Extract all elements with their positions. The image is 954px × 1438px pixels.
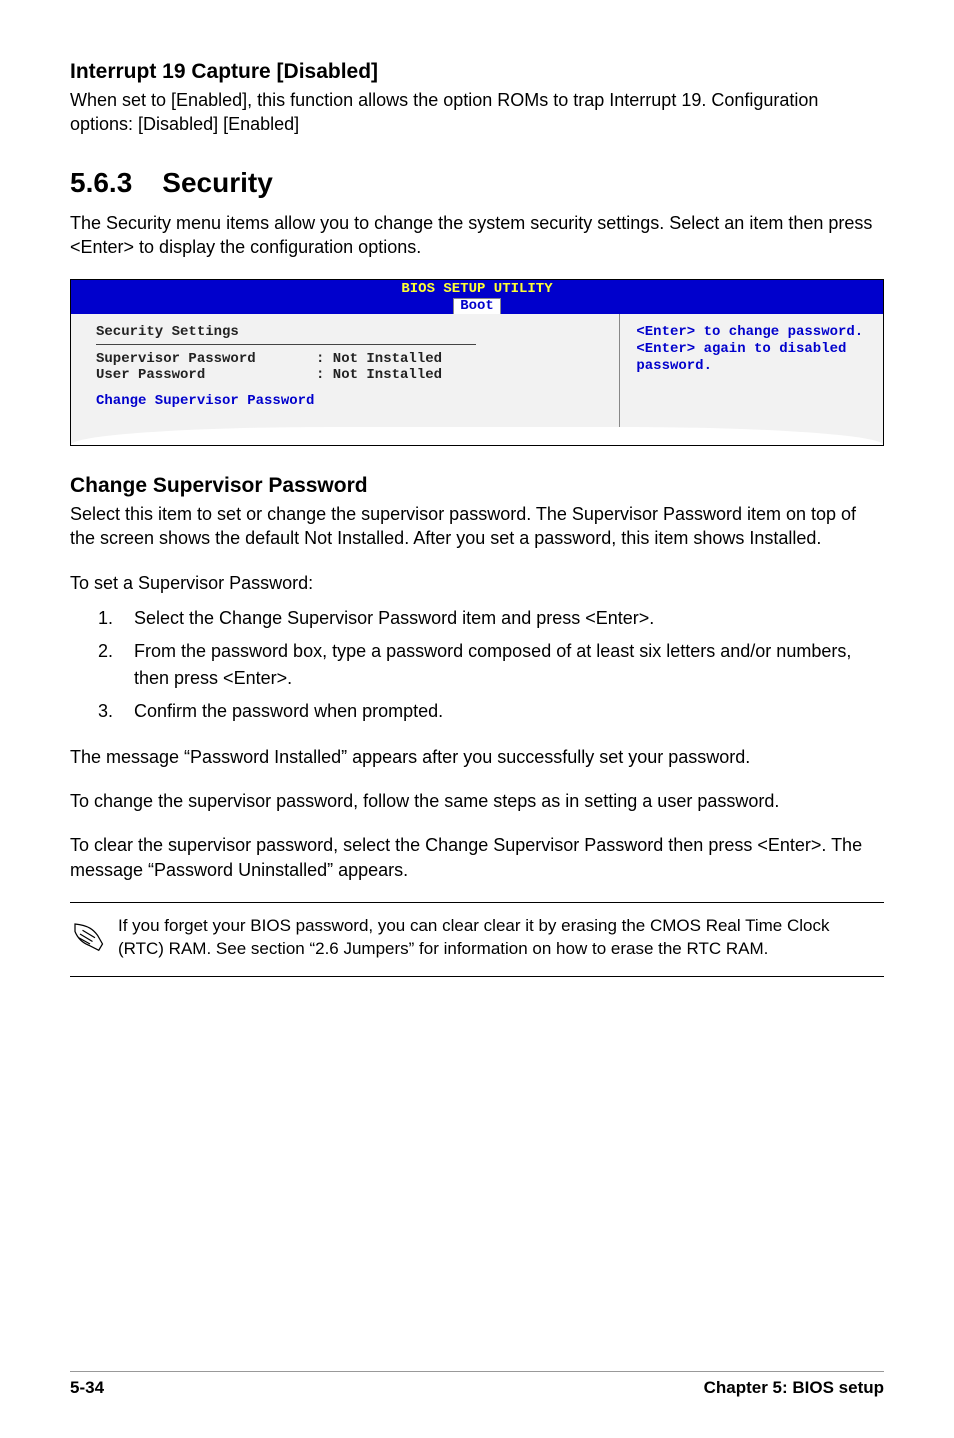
note-hand-icon bbox=[70, 915, 118, 964]
text-security-intro: The Security menu items allow you to cha… bbox=[70, 211, 884, 260]
page-footer: 5-34 Chapter 5: BIOS setup bbox=[70, 1371, 884, 1398]
steps-list: Select the Change Supervisor Password it… bbox=[118, 605, 884, 725]
footer-chapter: Chapter 5: BIOS setup bbox=[704, 1378, 884, 1398]
heading-security: 5.6.3 Security bbox=[70, 167, 884, 199]
heading-interrupt19: Interrupt 19 Capture [Disabled] bbox=[70, 60, 884, 84]
bios-help-line2: <Enter> again to disabled password. bbox=[636, 341, 867, 375]
text-change-p2: To set a Supervisor Password: bbox=[70, 571, 884, 595]
list-item: Confirm the password when prompted. bbox=[118, 698, 884, 725]
bios-divider bbox=[96, 344, 476, 345]
bios-header: BIOS SETUP UTILITY Boot bbox=[71, 280, 883, 314]
bios-left-heading: Security Settings bbox=[96, 324, 603, 340]
bios-label: User Password bbox=[96, 367, 316, 383]
bios-row-supervisor: Supervisor Password : Not Installed bbox=[96, 351, 603, 367]
text-change-p4: To change the supervisor password, follo… bbox=[70, 789, 884, 813]
text-change-p1: Select this item to set or change the su… bbox=[70, 502, 884, 551]
bios-left-panel: Security Settings Supervisor Password : … bbox=[71, 314, 619, 439]
note-block: If you forget your BIOS password, you ca… bbox=[70, 902, 884, 977]
bios-title: BIOS SETUP UTILITY bbox=[71, 282, 883, 297]
bios-row-user: User Password : Not Installed bbox=[96, 367, 603, 383]
text-interrupt19: When set to [Enabled], this function all… bbox=[70, 88, 884, 137]
text-change-p5: To clear the supervisor password, select… bbox=[70, 833, 884, 882]
footer-page-number: 5-34 bbox=[70, 1378, 104, 1398]
heading-security-num: 5.6.3 bbox=[70, 167, 132, 198]
bios-value: : Not Installed bbox=[316, 351, 442, 367]
list-item: Select the Change Supervisor Password it… bbox=[118, 605, 884, 632]
heading-change-supervisor: Change Supervisor Password bbox=[70, 474, 884, 498]
list-item: From the password box, type a password c… bbox=[118, 638, 884, 692]
bios-screenshot: BIOS SETUP UTILITY Boot Security Setting… bbox=[70, 279, 884, 446]
bios-help-panel: <Enter> to change password. <Enter> agai… bbox=[619, 314, 883, 439]
note-text: If you forget your BIOS password, you ca… bbox=[118, 915, 876, 961]
bios-curve-bottom bbox=[71, 427, 883, 445]
text-change-p3: The message “Password Installed” appears… bbox=[70, 745, 884, 769]
bios-body: Security Settings Supervisor Password : … bbox=[71, 314, 883, 439]
bios-value: : Not Installed bbox=[316, 367, 442, 383]
bios-label: Supervisor Password bbox=[96, 351, 316, 367]
bios-help-line1: <Enter> to change password. bbox=[636, 324, 867, 341]
bios-tab-boot: Boot bbox=[453, 298, 501, 314]
heading-security-title: Security bbox=[162, 167, 273, 198]
bios-change-supervisor: Change Supervisor Password bbox=[96, 393, 603, 409]
